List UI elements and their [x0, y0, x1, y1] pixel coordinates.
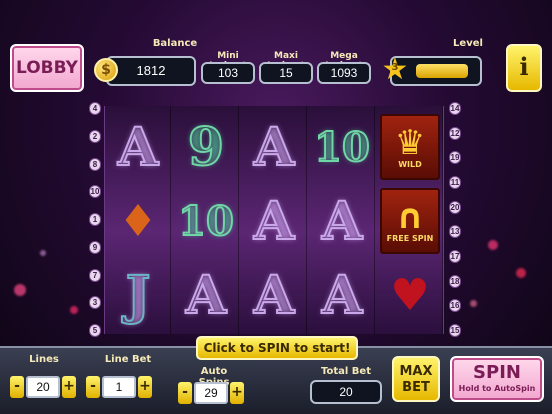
symbol-caption: FREE SPIN — [386, 233, 434, 243]
mini-jackpot-value: 103 — [217, 66, 239, 80]
payline-number[interactable]: 10 — [89, 185, 101, 199]
payline-number[interactable]: 9 — [89, 240, 101, 254]
level-progress-fill — [416, 64, 469, 78]
mega-jackpot-value: 1093 — [330, 66, 358, 80]
balance-value: 1812 — [136, 63, 166, 78]
mega-jackpot-display: 1093 — [317, 62, 371, 84]
line-bet-value: 1 — [102, 376, 136, 398]
total-bet-display: 20 — [310, 380, 382, 404]
max-bet-button[interactable]: MAX BET — [392, 356, 440, 402]
symbol-suit: ♥ — [390, 269, 430, 321]
payline-number[interactable]: 2 — [89, 129, 101, 143]
payline-number[interactable]: 18 — [449, 274, 461, 288]
symbol-suit: ♦ — [118, 195, 158, 247]
payline-number[interactable]: 12 — [449, 126, 461, 140]
payline-number[interactable]: 15 — [449, 324, 461, 337]
symbol-10: 10 — [313, 123, 371, 172]
payline-number[interactable]: 16 — [449, 299, 461, 313]
symbol-a: A — [253, 116, 295, 179]
spin-button[interactable]: SPIN Hold to AutoSpin — [450, 356, 544, 402]
bokeh-light — [40, 250, 46, 256]
payline-number[interactable]: 5 — [89, 324, 101, 337]
bokeh-light — [470, 300, 477, 307]
lines-increase-button[interactable]: + — [62, 376, 76, 398]
level-label: Level — [453, 38, 483, 49]
total-bet-label: Total Bet — [321, 366, 371, 377]
symbol-j: J — [125, 264, 152, 327]
symbol-a: A — [117, 116, 159, 179]
line-bet-decrease-button[interactable]: - — [86, 376, 100, 398]
spin-label: SPIN — [473, 362, 521, 383]
symbol-a: A — [321, 264, 363, 327]
payline-number[interactable]: 8 — [89, 157, 101, 171]
reel-5: ♛ WILD ∩ FREE SPIN ♥ — [377, 106, 443, 334]
auto-spins-decrease-button[interactable]: - — [178, 382, 192, 404]
bokeh-light — [516, 268, 526, 278]
total-bet-value: 20 — [339, 385, 353, 399]
bokeh-light — [488, 240, 498, 250]
payline-number[interactable]: 11 — [449, 176, 461, 189]
line-bet-increase-button[interactable]: + — [138, 376, 152, 398]
symbol-a: A — [185, 264, 227, 327]
symbol-a: A — [253, 264, 295, 327]
balance-label: Balance — [152, 38, 198, 49]
symbol-icon: ♛ — [394, 122, 426, 163]
lines-value: 20 — [26, 376, 60, 398]
symbol-caption: WILD — [398, 159, 422, 169]
payline-number[interactable]: 13 — [449, 225, 461, 239]
max-bet-label: MAX BET — [399, 364, 433, 395]
symbol-a: A — [321, 190, 363, 253]
spin-hint-banner: Click to SPIN to start! — [196, 336, 358, 360]
payline-number[interactable]: 7 — [89, 268, 101, 282]
balance-display: 1812 — [106, 56, 196, 86]
bokeh-light — [14, 284, 26, 296]
payline-number[interactable]: 14 — [449, 102, 461, 115]
payline-number[interactable]: 1 — [89, 213, 101, 226]
symbol-10: 10 — [177, 197, 235, 246]
auto-spins-increase-button[interactable]: + — [230, 382, 244, 404]
symbol-free-spin: ∩ FREE SPIN — [380, 188, 440, 254]
symbol-wild: ♛ WILD — [380, 114, 440, 180]
symbol-9: 9 — [187, 116, 225, 179]
maxi-jackpot-value: 15 — [279, 66, 293, 80]
symbol-icon: ∩ — [396, 196, 424, 237]
payline-number[interactable]: 4 — [89, 102, 101, 115]
coin-icon: $ — [94, 58, 118, 82]
reel-area[interactable]: A ♦ J 9 10 A A A A 10 A A ♛ WILD ∩ FREE SPIN ♥ — [104, 106, 444, 334]
level-value: 3 — [391, 62, 399, 73]
bokeh-light — [70, 306, 78, 314]
lines-label: Lines — [29, 354, 59, 365]
spin-sub-label: Hold to AutoSpin — [458, 384, 536, 393]
lines-decrease-button[interactable]: - — [10, 376, 24, 398]
payline-number[interactable]: 19 — [449, 151, 461, 165]
payline-number[interactable]: 20 — [449, 200, 461, 214]
line-bet-label: Line Bet — [104, 354, 152, 365]
maxi-jackpot-display: 15 — [259, 62, 313, 84]
info-button[interactable]: i — [506, 44, 542, 92]
auto-spins-value: 29 — [194, 382, 228, 404]
reel-2: 9 10 A — [173, 106, 239, 334]
payline-number[interactable]: 3 — [89, 296, 101, 310]
symbol-a: A — [253, 190, 295, 253]
mini-jackpot-display: 103 — [201, 62, 255, 84]
payline-number[interactable]: 17 — [449, 250, 461, 263]
reel-1: A ♦ J — [105, 106, 171, 334]
reel-3: AAA — [241, 106, 307, 334]
reel-4: 10 A A — [309, 106, 375, 334]
lobby-button[interactable]: LOBBY — [10, 44, 84, 92]
